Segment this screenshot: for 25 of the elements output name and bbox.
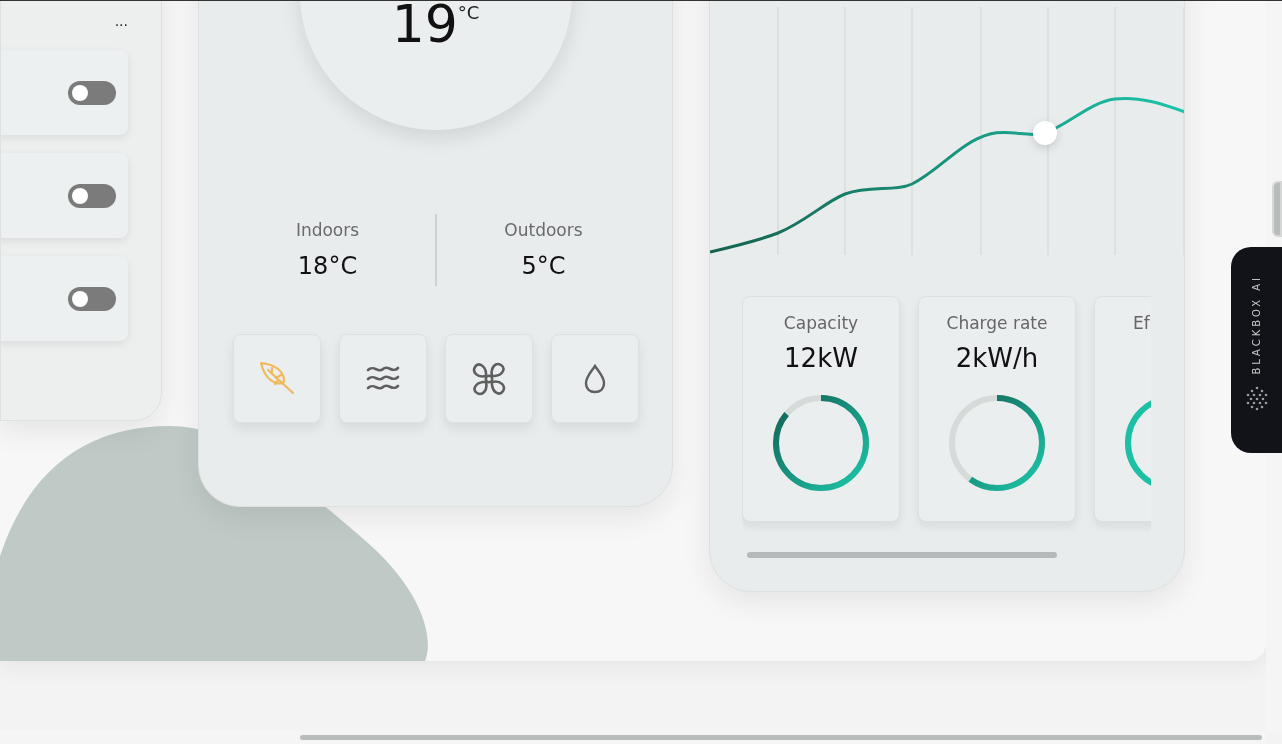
flower-icon — [470, 360, 507, 397]
toggle-switch[interactable] — [68, 80, 116, 105]
toggle-switch[interactable] — [68, 286, 116, 311]
reading-value: 18°C — [297, 252, 358, 280]
drop-icon — [582, 363, 607, 394]
slider-handle[interactable] — [1033, 121, 1057, 145]
extension-label: BLACKBOX AI — [1251, 275, 1262, 375]
stat-value: 12kW — [784, 343, 858, 373]
toggle-switch[interactable] — [68, 183, 116, 208]
reading-value: 5°C — [521, 252, 566, 280]
stat-label: Capacity — [783, 313, 859, 333]
extension-tab[interactable]: BLACKBOX AI — [1231, 247, 1282, 453]
reading-label: Indoors — [295, 220, 360, 240]
stat-value: 2kW/h — [955, 343, 1039, 373]
mode-button[interactable] — [444, 334, 533, 423]
temperature-unit: °C — [457, 2, 480, 23]
mode-button[interactable] — [338, 334, 427, 423]
stat-label: Charge rate — [946, 313, 1048, 333]
temperature-value: 19 — [391, 1, 458, 50]
scrollbar-thumb[interactable] — [300, 735, 1262, 740]
more-menu[interactable]: ... — [114, 14, 128, 32]
stat-label: Ef — [1133, 313, 1150, 333]
reading-label: Outdoors — [504, 220, 583, 240]
scrollbar[interactable] — [747, 552, 1057, 558]
scrollbar-thumb[interactable] — [1272, 181, 1282, 237]
